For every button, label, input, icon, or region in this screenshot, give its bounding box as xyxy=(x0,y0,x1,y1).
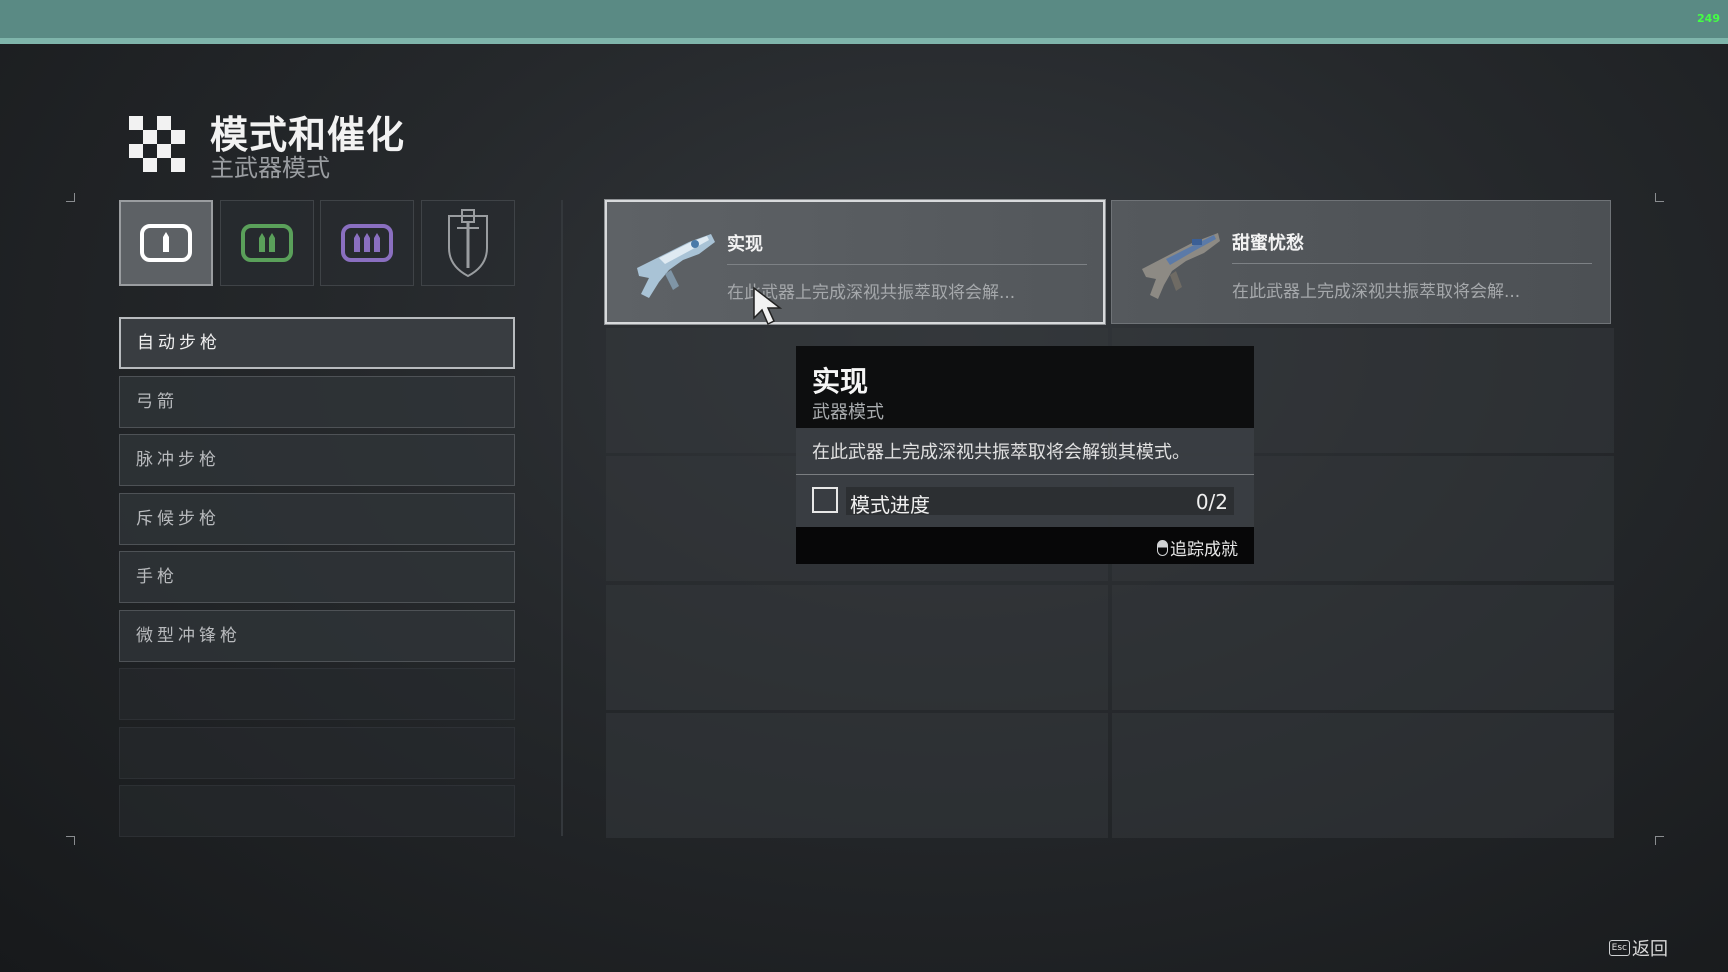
mouse-icon xyxy=(1157,539,1168,556)
special-ammo-icon xyxy=(241,224,293,262)
category-bow[interactable]: 弓箭 xyxy=(119,375,515,428)
tab-special[interactable] xyxy=(220,200,314,286)
back-button[interactable]: Esc 返回 xyxy=(1608,935,1668,961)
mod-card-realization[interactable]: 实现 在此武器上完成深视共振萃取将会解... xyxy=(605,200,1105,324)
page-subtitle: 主武器模式 xyxy=(210,154,330,182)
category-smg[interactable]: 微型冲锋枪 xyxy=(119,609,515,662)
back-label: 返回 xyxy=(1632,939,1668,960)
progress-checkbox xyxy=(812,487,838,513)
tooltip-progress-row: 模式进度 0/2 xyxy=(796,475,1254,527)
mod-separator xyxy=(727,264,1087,265)
tab-heavy[interactable] xyxy=(320,200,414,286)
empty-mod-slot xyxy=(1112,713,1614,838)
frame-corner xyxy=(1655,193,1664,202)
mod-name: 实现 xyxy=(727,234,763,255)
mod-separator xyxy=(1232,263,1592,264)
fps-counter: 249 xyxy=(1697,12,1720,25)
empty-slot xyxy=(119,785,515,837)
track-label: 追踪成就 xyxy=(1170,540,1238,560)
mouse-cursor-icon xyxy=(753,286,783,326)
category-pulse-rifle[interactable]: 脉冲步枪 xyxy=(119,434,515,486)
progress-label: 模式进度 xyxy=(850,493,930,517)
tooltip-title: 实现 xyxy=(812,365,869,398)
empty-slot xyxy=(119,668,515,720)
tooltip-footer: 追踪成就 xyxy=(796,527,1254,564)
tab-primary[interactable] xyxy=(119,200,213,286)
empty-slot xyxy=(119,726,515,779)
progress-bar: 模式进度 0/2 xyxy=(846,487,1234,517)
mod-card-sweet-sorrow[interactable]: 甜蜜忧愁 在此武器上完成深视共振萃取将会解... xyxy=(1111,200,1611,324)
tab-exotic[interactable] xyxy=(421,200,515,286)
top-status-bar: 249 xyxy=(0,0,1728,38)
exotic-shield-icon xyxy=(448,209,488,278)
auto-rifle-weapon-icon xyxy=(1142,233,1220,299)
empty-mod-slot xyxy=(1112,585,1614,710)
primary-ammo-icon xyxy=(140,224,192,262)
frame-corner xyxy=(66,193,75,202)
tooltip-header: 实现 武器模式 xyxy=(796,346,1254,428)
track-triumph-hint[interactable]: 追踪成就 xyxy=(1157,535,1238,560)
mod-description: 在此武器上完成深视共振萃取将会解... xyxy=(1232,282,1521,302)
heavy-ammo-icon xyxy=(341,224,393,262)
progress-value: 0/2 xyxy=(1195,490,1228,514)
checker-icon xyxy=(129,116,187,174)
top-accent-line xyxy=(0,38,1728,44)
category-auto-rifle[interactable]: 自动步枪 xyxy=(119,317,515,369)
category-scout-rifle[interactable]: 斥候步枪 xyxy=(119,492,515,545)
frame-corner xyxy=(66,836,75,845)
panel-divider xyxy=(561,200,563,836)
empty-mod-slot xyxy=(606,713,1108,838)
auto-rifle-weapon-icon xyxy=(637,234,715,298)
mod-tooltip: 实现 武器模式 在此武器上完成深视共振萃取将会解锁其模式。 模式进度 0/2 追… xyxy=(796,346,1254,564)
esc-key-icon: Esc xyxy=(1608,940,1630,956)
mod-name: 甜蜜忧愁 xyxy=(1232,233,1304,254)
frame-corner xyxy=(1655,836,1664,845)
weapon-category-list: 自动步枪 弓箭 脉冲步枪 斥候步枪 手枪 微型冲锋枪 xyxy=(119,317,515,844)
tooltip-body: 在此武器上完成深视共振萃取将会解锁其模式。 xyxy=(796,428,1254,475)
tooltip-description: 在此武器上完成深视共振萃取将会解锁其模式。 xyxy=(812,442,1190,463)
tooltip-subtitle: 武器模式 xyxy=(812,402,884,423)
empty-mod-slot xyxy=(606,585,1108,710)
category-hand-cannon[interactable]: 手枪 xyxy=(119,551,515,603)
